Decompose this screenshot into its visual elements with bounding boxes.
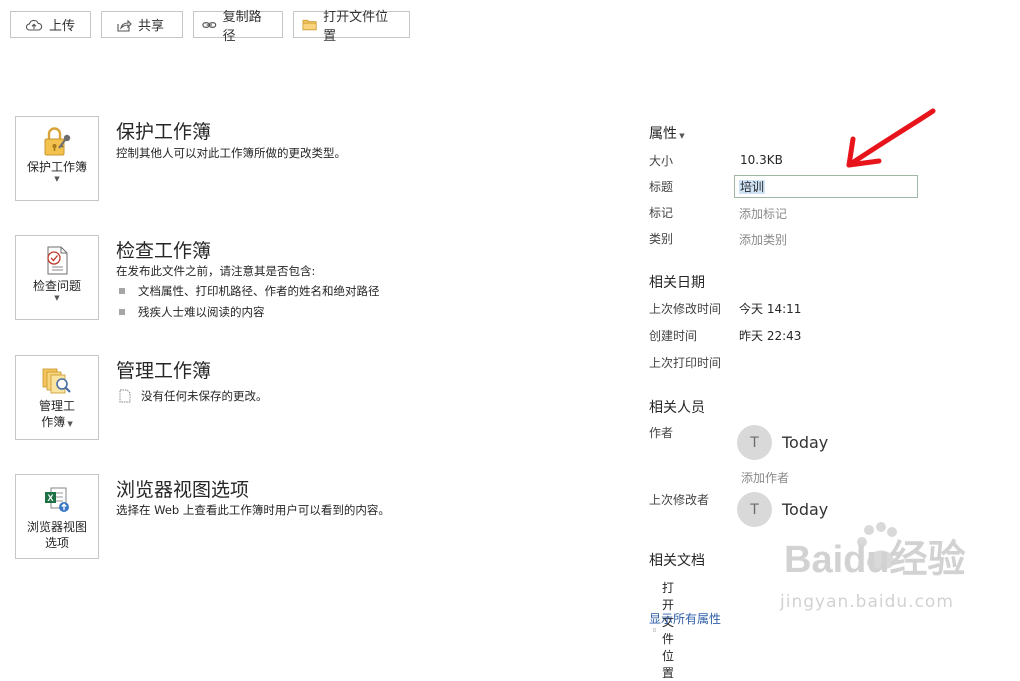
manage-workbook-button-label: 管理工 bbox=[38, 399, 75, 413]
manage-workbook-description: 没有任何未保存的更改。 bbox=[141, 389, 268, 403]
document-icon bbox=[119, 389, 131, 403]
watermark-brand-text: Baidu经验 bbox=[784, 539, 966, 581]
properties-header[interactable]: 属性 ▼ bbox=[649, 123, 685, 143]
last-modified-label: 上次修改时间 bbox=[649, 302, 722, 316]
lock-key-icon bbox=[44, 127, 71, 156]
category-label: 类别 bbox=[649, 232, 674, 246]
inspect-workbook-description: 在发布此文件之前，请注意其是否包含: bbox=[116, 264, 316, 278]
open-file-location-link[interactable]: 打开文件位置 bbox=[653, 579, 682, 681]
inspect-bullet-item: 文档属性、打印机路径、作者的姓名和绝对路径 bbox=[119, 283, 380, 299]
browser-view-options-button-label: 选项 bbox=[44, 536, 69, 550]
add-tags-field[interactable]: 添加标记 bbox=[739, 205, 787, 222]
avatar: T bbox=[737, 425, 772, 460]
last-printed-label: 上次打印时间 bbox=[649, 356, 722, 370]
size-label: 大小 bbox=[649, 154, 674, 168]
manage-workbook-status: 没有任何未保存的更改。 bbox=[119, 388, 268, 404]
manage-documents-icon bbox=[42, 368, 71, 394]
add-author-field[interactable]: 添加作者 bbox=[741, 469, 789, 486]
author-name: Today bbox=[782, 433, 829, 452]
browser-view-options-button-label: 浏览器视图 bbox=[26, 520, 87, 534]
excel-web-icon: X bbox=[45, 487, 69, 512]
document-checklist-icon bbox=[47, 246, 68, 275]
browser-view-title: 浏览器视图选项 bbox=[116, 479, 250, 501]
last-modified-value: 今天 14:11 bbox=[739, 302, 802, 316]
copy-path-button[interactable]: 复制路径 bbox=[193, 10, 283, 44]
last-modified-by-label: 上次修改者 bbox=[649, 493, 710, 507]
related-documents-header: 相关文档 bbox=[649, 553, 705, 569]
manage-workbook-button[interactable]: 管理工 作簿 ▼ bbox=[15, 355, 99, 440]
related-dates-header: 相关日期 bbox=[649, 275, 705, 291]
share-label: 共享 bbox=[138, 19, 165, 34]
size-value: 10.3KB bbox=[740, 153, 783, 167]
inspect-bullet-item: 残疾人士难以阅读的内容 bbox=[119, 304, 265, 320]
avatar: T bbox=[737, 492, 772, 527]
inspect-bullet-text: 文档属性、打印机路径、作者的姓名和绝对路径 bbox=[138, 284, 380, 298]
open-file-location-link-label: 打开文件位置 bbox=[662, 581, 675, 680]
created-value: 昨天 22:43 bbox=[739, 329, 802, 343]
author-label: 作者 bbox=[649, 426, 674, 440]
related-people-header: 相关人员 bbox=[649, 400, 705, 416]
watermark-url: jingyan.baidu.com bbox=[780, 592, 954, 612]
author-person[interactable]: T Today bbox=[737, 425, 828, 460]
baidu-watermark-logo: Baidu经验 bbox=[784, 520, 974, 587]
chevron-down-icon: ▼ bbox=[65, 420, 73, 428]
inspect-workbook-title: 检查工作簿 bbox=[116, 240, 212, 262]
title-field-value: 培训 bbox=[739, 180, 766, 194]
svg-text:X: X bbox=[47, 493, 53, 503]
protect-workbook-title: 保护工作簿 bbox=[116, 121, 212, 143]
created-label: 创建时间 bbox=[649, 329, 698, 343]
tags-label: 标记 bbox=[649, 206, 674, 220]
cloud-upload-icon bbox=[25, 19, 43, 31]
chevron-down-icon: ▼ bbox=[54, 175, 60, 183]
open-file-location-label: 打开文件位置 bbox=[323, 9, 389, 44]
protect-workbook-button-label: 保护工作簿 bbox=[26, 160, 87, 174]
upload-button[interactable]: 上传 bbox=[10, 11, 91, 38]
inspect-bullet-text: 残疾人士难以阅读的内容 bbox=[138, 305, 265, 319]
manage-workbook-button-label: 作簿 bbox=[41, 415, 66, 429]
copy-path-label: 复制路径 bbox=[222, 9, 262, 44]
protect-workbook-description: 控制其他人可以对此工作簿所做的更改类型。 bbox=[116, 146, 346, 160]
properties-header-label: 属性 bbox=[649, 126, 677, 142]
annotation-arrow bbox=[846, 108, 936, 168]
share-icon bbox=[117, 19, 132, 32]
top-toolbar: 上传 共享 复制路径 打开文件位置 bbox=[10, 10, 410, 44]
last-modified-by-name: Today bbox=[782, 500, 829, 519]
manage-workbook-title: 管理工作簿 bbox=[116, 360, 212, 382]
show-all-properties-link[interactable]: 显示所有属性 bbox=[649, 610, 721, 627]
link-icon bbox=[202, 21, 217, 28]
open-file-location-button[interactable]: 打开文件位置 bbox=[293, 10, 410, 44]
chevron-down-icon: ▼ bbox=[677, 132, 685, 140]
title-field[interactable]: 培训 bbox=[734, 175, 918, 198]
browser-view-options-button[interactable]: X 浏览器视图 选项 bbox=[15, 474, 99, 559]
share-button[interactable]: 共享 bbox=[101, 11, 183, 38]
folder-icon bbox=[302, 19, 317, 31]
add-category-field[interactable]: 添加类别 bbox=[739, 231, 787, 248]
bullet-square-icon bbox=[119, 287, 125, 294]
upload-label: 上传 bbox=[49, 19, 76, 34]
bullet-square-icon bbox=[119, 308, 125, 315]
check-for-issues-button[interactable]: 检查问题 ▼ bbox=[15, 235, 99, 320]
browser-view-description: 选择在 Web 上查看此工作簿时用户可以看到的内容。 bbox=[116, 503, 390, 517]
protect-workbook-button[interactable]: 保护工作簿 ▼ bbox=[15, 116, 99, 201]
chevron-down-icon: ▼ bbox=[54, 294, 60, 302]
check-for-issues-button-label: 检查问题 bbox=[32, 279, 81, 293]
title-label: 标题 bbox=[649, 180, 674, 194]
